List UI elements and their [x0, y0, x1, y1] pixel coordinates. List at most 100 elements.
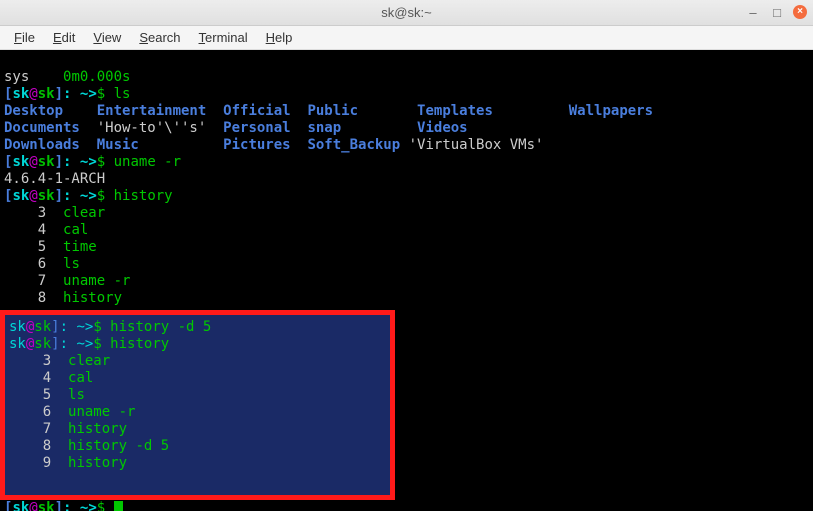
close-button[interactable]: ×: [793, 5, 807, 19]
menu-help[interactable]: Help: [258, 28, 301, 47]
history-cmd: uname -r: [63, 273, 130, 289]
title-bar[interactable]: sk@sk:~ – □ ×: [0, 0, 813, 26]
terminal-output[interactable]: sys 0m0.000s [sk@sk]: ~>$ ls Desktop Ent…: [0, 50, 813, 511]
ls-item: Documents: [4, 120, 97, 136]
history-num: 7: [4, 273, 63, 289]
prompt-host: sk: [38, 86, 55, 102]
prompt-user: sk: [9, 336, 26, 352]
prompt-user: sk: [9, 319, 26, 335]
history-num: 6: [9, 404, 68, 420]
history-num: 6: [4, 256, 63, 272]
window-controls: – □ ×: [745, 4, 807, 20]
prompt-path: : ~>: [60, 319, 94, 335]
cmd-history: history: [114, 188, 173, 204]
prompt-bracket-close: ]: [55, 86, 63, 102]
ls-item: Soft_Backup: [307, 137, 400, 153]
cmd-ls: ls: [114, 86, 131, 102]
history-num: 8: [9, 438, 68, 454]
history-cmd: time: [63, 239, 97, 255]
maximize-button[interactable]: □: [769, 4, 785, 20]
history-num: 4: [4, 222, 63, 238]
ls-item: snap: [307, 120, 341, 136]
prompt-path: : ~>: [63, 188, 97, 204]
prompt-user: sk: [12, 500, 29, 511]
history-cmd: ls: [68, 387, 85, 403]
uname-output: 4.6.4-1-ARCH: [4, 171, 105, 187]
history-num: 3: [4, 205, 63, 221]
ls-item: Official: [223, 103, 307, 119]
ls-item: 'VirtualBox VMs': [400, 137, 543, 153]
prompt-at: @: [29, 500, 37, 511]
ls-item: Public: [307, 103, 417, 119]
history-num: 9: [9, 455, 68, 471]
prompt-user: sk: [12, 86, 29, 102]
minimize-button[interactable]: –: [745, 4, 761, 20]
prompt-host: sk: [38, 500, 55, 511]
prompt-symbol: $: [97, 188, 114, 204]
cmd-uname: uname -r: [114, 154, 181, 170]
history-cmd: history: [68, 455, 127, 471]
ls-item: Downloads: [4, 137, 97, 153]
menu-edit[interactable]: Edit: [45, 28, 83, 47]
cmd-history-d: history -d 5: [110, 319, 211, 335]
ls-item: Desktop: [4, 103, 97, 119]
menu-view[interactable]: View: [85, 28, 129, 47]
history-cmd: history: [68, 421, 127, 437]
prompt-path: : ~>: [60, 336, 94, 352]
prompt-bracket-close: ]: [55, 188, 63, 204]
menu-bar: File Edit View Search Terminal Help: [0, 26, 813, 50]
ls-item: Music: [97, 137, 223, 153]
prompt-host: sk: [38, 188, 55, 204]
prompt-user: sk: [12, 188, 29, 204]
history-num: 5: [4, 239, 63, 255]
prompt-at: @: [29, 188, 37, 204]
cursor-icon: [114, 501, 123, 511]
terminal-window: sk@sk:~ – □ × File Edit View Search Term…: [0, 0, 813, 511]
prompt-at: @: [29, 86, 37, 102]
ls-item: Entertainment: [97, 103, 223, 119]
history-num: 3: [9, 353, 68, 369]
history-cmd: uname -r: [68, 404, 135, 420]
prompt-symbol: $: [93, 319, 110, 335]
menu-file[interactable]: File: [6, 28, 43, 47]
window-title: sk@sk:~: [381, 5, 431, 20]
prompt-host: sk: [34, 319, 51, 335]
sys-time: 0m0.000s: [63, 69, 130, 85]
history-cmd: cal: [63, 222, 88, 238]
prompt-symbol: $: [97, 500, 114, 511]
history-num: 4: [9, 370, 68, 386]
ls-item: Pictures: [223, 137, 307, 153]
cmd-history: history: [110, 336, 169, 352]
ls-item: Templates: [417, 103, 569, 119]
sys-label: sys: [4, 69, 29, 85]
history-cmd: history -d 5: [68, 438, 169, 454]
prompt-bracket-close: ]: [55, 154, 63, 170]
ls-item: 'How-to'\''s': [97, 120, 207, 136]
highlight-box: sk@sk]: ~>$ history -d 5 sk@sk]: ~>$ his…: [0, 310, 395, 500]
history-num: 5: [9, 387, 68, 403]
history-cmd: clear: [68, 353, 110, 369]
prompt-symbol: $: [93, 336, 110, 352]
history-cmd: cal: [68, 370, 93, 386]
prompt-bracket-close: ]: [51, 319, 59, 335]
prompt-path: : ~>: [63, 86, 97, 102]
prompt-bracket-close: ]: [51, 336, 59, 352]
prompt-host: sk: [34, 336, 51, 352]
history-num: 7: [9, 421, 68, 437]
prompt-user: sk: [12, 154, 29, 170]
menu-search[interactable]: Search: [131, 28, 188, 47]
prompt-symbol: $: [97, 86, 114, 102]
history-num: 8: [4, 290, 63, 306]
menu-terminal[interactable]: Terminal: [191, 28, 256, 47]
prompt-path: : ~>: [63, 154, 97, 170]
current-prompt: [sk@sk]: ~>$: [4, 500, 123, 511]
history-cmd: clear: [63, 205, 105, 221]
ls-item: Videos: [341, 120, 467, 136]
history-cmd: ls: [63, 256, 80, 272]
ls-item: Wallpapers: [569, 103, 653, 119]
prompt-symbol: $: [97, 154, 114, 170]
prompt-at: @: [29, 154, 37, 170]
prompt-path: : ~>: [63, 500, 97, 511]
ls-item: Personal: [206, 120, 307, 136]
prompt-bracket-close: ]: [55, 500, 63, 511]
